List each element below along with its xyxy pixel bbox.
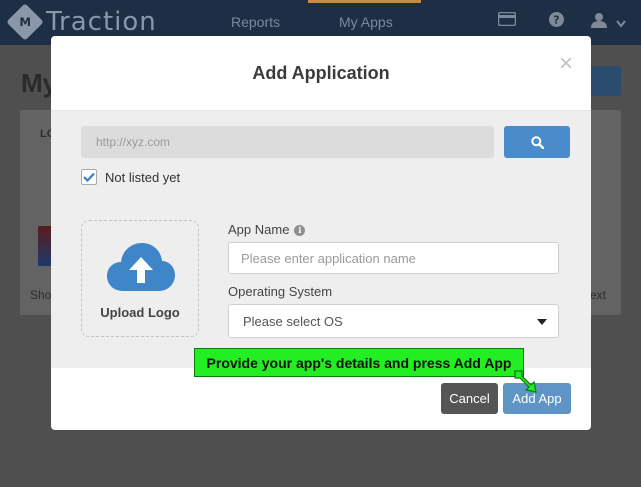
not-listed-checkbox[interactable] xyxy=(81,169,97,185)
os-select[interactable]: Please select OS xyxy=(228,304,559,338)
chevron-down-icon[interactable] xyxy=(616,15,626,33)
checkmark-icon xyxy=(83,172,95,182)
nav-reports[interactable]: Reports xyxy=(231,14,280,30)
help-icon[interactable]: ? xyxy=(549,12,564,32)
app-name-input[interactable] xyxy=(228,242,559,274)
close-icon[interactable]: × xyxy=(559,52,573,76)
cancel-button[interactable]: Cancel xyxy=(441,383,498,414)
modal-body: Not listed yet Upload Logo App Namei Ope… xyxy=(51,111,591,368)
guide-tooltip: Provide your app's details and press Add… xyxy=(194,348,524,377)
card-icon[interactable] xyxy=(497,11,517,31)
modal-header: Add Application × xyxy=(51,36,591,111)
upload-logo-label: Upload Logo xyxy=(100,305,180,320)
nav-my-apps[interactable]: My Apps xyxy=(339,14,393,30)
table-show-text: Sho xyxy=(30,288,52,302)
search-icon xyxy=(530,135,544,149)
not-listed-label: Not listed yet xyxy=(105,170,181,185)
arrow-pointer-icon xyxy=(514,370,537,393)
caret-down-icon xyxy=(537,319,547,325)
app-logo[interactable]: M Traction xyxy=(6,3,157,41)
logo-text: Traction xyxy=(46,7,157,37)
cloud-upload-icon xyxy=(107,243,175,291)
url-input[interactable] xyxy=(81,126,494,158)
os-select-value: Please select OS xyxy=(243,313,343,329)
modal-title: Add Application xyxy=(252,63,390,83)
search-button[interactable] xyxy=(504,126,570,158)
table-next-text[interactable]: ext xyxy=(590,288,606,302)
active-nav-indicator xyxy=(308,0,421,3)
svg-text:?: ? xyxy=(553,14,559,27)
user-icon[interactable] xyxy=(591,12,607,33)
app-thumbnail[interactable] xyxy=(38,226,52,266)
os-label: Operating System xyxy=(228,284,333,299)
upload-logo-dropzone[interactable]: Upload Logo xyxy=(81,220,199,337)
info-icon[interactable]: i xyxy=(294,224,306,236)
logo-mark-icon: M xyxy=(6,3,44,41)
app-name-label: App Name i xyxy=(228,222,306,237)
